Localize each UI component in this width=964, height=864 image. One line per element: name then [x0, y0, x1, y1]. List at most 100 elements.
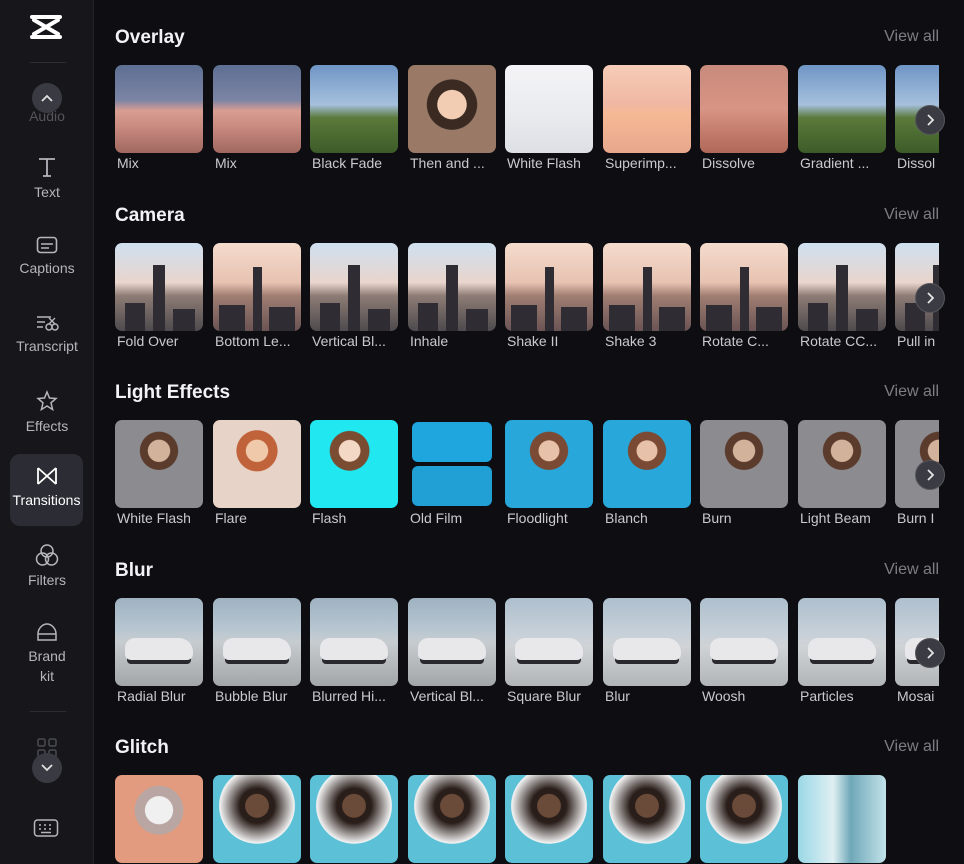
- transition-tile[interactable]: Particles: [798, 598, 887, 704]
- transition-thumbnail: [700, 420, 788, 508]
- transition-tile[interactable]: Square Blur: [505, 598, 594, 704]
- transition-tile[interactable]: Rotate CC...: [798, 243, 887, 349]
- view-all-link[interactable]: View all: [884, 738, 939, 756]
- keyboard-icon[interactable]: [33, 818, 59, 838]
- chevron-right-icon: [927, 114, 934, 126]
- transition-tile[interactable]: Woosh: [700, 598, 789, 704]
- scroll-right-button[interactable]: [915, 638, 945, 668]
- transition-tile[interactable]: Flash: [310, 420, 399, 526]
- transition-label: Fold Over: [117, 333, 179, 349]
- transition-tile[interactable]: Bubble Blur: [213, 598, 302, 704]
- chevron-up-icon: [41, 94, 53, 102]
- transition-tile[interactable]: [798, 775, 887, 863]
- transition-tile[interactable]: Mix: [115, 65, 204, 171]
- transition-thumbnail: [408, 420, 496, 508]
- transition-label: Particles: [800, 688, 854, 704]
- sidebar-scroll-down-button[interactable]: [32, 753, 62, 783]
- transition-tile[interactable]: [310, 775, 399, 863]
- transition-thumbnail: [798, 775, 886, 863]
- sidebar-scroll-up-button[interactable]: [32, 83, 62, 113]
- transition-label: Flare: [215, 510, 247, 526]
- scroll-right-button[interactable]: [915, 460, 945, 490]
- transition-tile[interactable]: [408, 775, 497, 863]
- sidebar-item-effects[interactable]: Effects: [0, 390, 94, 436]
- sidebar-item-captions[interactable]: Captions: [0, 236, 94, 278]
- transition-label: Square Blur: [507, 688, 581, 704]
- transition-label: Superimp...: [605, 155, 677, 171]
- transition-tile[interactable]: Flare: [213, 420, 302, 526]
- transition-thumbnail: [798, 420, 886, 508]
- transition-label: Flash: [312, 510, 347, 526]
- transition-tile[interactable]: Radial Blur: [115, 598, 204, 704]
- transition-label: Vertical Bl...: [312, 333, 386, 349]
- chevron-right-icon: [927, 292, 934, 304]
- transition-tile[interactable]: Light Beam: [798, 420, 887, 526]
- transition-tile[interactable]: [115, 775, 204, 863]
- transition-tile[interactable]: Blur: [603, 598, 692, 704]
- transition-thumbnail: [603, 420, 691, 508]
- transition-tile[interactable]: Rotate C...: [700, 243, 789, 349]
- transition-tile[interactable]: Superimp...: [603, 65, 692, 171]
- transition-tile[interactable]: Mix: [213, 65, 302, 171]
- transition-tile[interactable]: Old Film: [408, 420, 497, 526]
- transition-tile[interactable]: Vertical Bl...: [408, 598, 497, 704]
- transition-tile[interactable]: White Flash: [505, 65, 594, 171]
- transition-thumbnail: [700, 598, 788, 686]
- transition-tile[interactable]: Blanch: [603, 420, 692, 526]
- transition-tile[interactable]: [213, 775, 302, 863]
- transition-tile[interactable]: White Flash: [115, 420, 204, 526]
- transition-thumbnail: [505, 598, 593, 686]
- transition-tile[interactable]: [505, 775, 594, 863]
- transition-tile[interactable]: Black Fade: [310, 65, 399, 171]
- transition-tile[interactable]: Bottom Le...: [213, 243, 302, 349]
- captions-icon: [36, 236, 58, 254]
- transition-thumbnail: [310, 598, 398, 686]
- sidebar-item-filters[interactable]: Filters: [0, 544, 94, 590]
- sidebar-item-label: Text: [34, 184, 60, 200]
- transition-label: Bottom Le...: [215, 333, 291, 349]
- transition-label: Vertical Bl...: [410, 688, 484, 704]
- transition-thumbnail: [603, 243, 691, 331]
- transition-thumbnail: [213, 420, 301, 508]
- transition-tile[interactable]: Dissolve: [700, 65, 789, 171]
- view-all-link[interactable]: View all: [884, 561, 939, 579]
- view-all-link[interactable]: View all: [884, 383, 939, 401]
- transition-tile[interactable]: Inhale: [408, 243, 497, 349]
- sidebar-item-transitions[interactable]: Transitions: [10, 454, 83, 526]
- transition-tile[interactable]: Shake II: [505, 243, 594, 349]
- transition-tile[interactable]: Shake 3: [603, 243, 692, 349]
- section-title: Light Effects: [115, 382, 231, 403]
- transition-label: Pull in: [897, 333, 936, 349]
- sidebar-item-text[interactable]: Text: [0, 156, 94, 202]
- capcut-logo-icon[interactable]: [28, 12, 64, 42]
- transition-tile[interactable]: Burn: [700, 420, 789, 526]
- transition-label: Gradient ...: [800, 155, 870, 171]
- section-blur: Blur View all Radial Blur Bubble Blur Bl…: [115, 560, 945, 720]
- scroll-right-button[interactable]: [915, 105, 945, 135]
- transition-tile[interactable]: Gradient ...: [798, 65, 887, 171]
- sidebar-item-transcript[interactable]: Transcript: [0, 314, 94, 356]
- transition-label: Bubble Blur: [215, 688, 288, 704]
- transition-thumbnail: [115, 420, 203, 508]
- transition-label: Black Fade: [312, 155, 383, 171]
- chevron-right-icon: [927, 469, 934, 481]
- section-light-effects: Light Effects View all White Flash Flare…: [115, 382, 945, 542]
- transition-thumbnail: [603, 65, 691, 153]
- view-all-link[interactable]: View all: [884, 206, 939, 224]
- transitions-icon: [36, 467, 57, 485]
- transition-tile[interactable]: [603, 775, 692, 863]
- transition-tile[interactable]: Fold Over: [115, 243, 204, 349]
- transition-tile[interactable]: Floodlight: [505, 420, 594, 526]
- transition-label: White Flash: [507, 155, 581, 171]
- scroll-right-button[interactable]: [915, 283, 945, 313]
- sidebar-item-label: Transcript: [16, 338, 78, 354]
- transition-tile[interactable]: Vertical Bl...: [310, 243, 399, 349]
- sidebar-item-brand-kit[interactable]: Brand kit: [0, 622, 94, 686]
- section-camera: Camera View all Fold Over Bottom Le... V…: [115, 205, 945, 365]
- transition-tile[interactable]: Then and ...: [408, 65, 497, 171]
- view-all-link[interactable]: View all: [884, 28, 939, 46]
- transition-thumbnail: [798, 243, 886, 331]
- transition-tile[interactable]: Blurred Hi...: [310, 598, 399, 704]
- transition-tile[interactable]: [700, 775, 789, 863]
- transition-thumbnail: [115, 243, 203, 331]
